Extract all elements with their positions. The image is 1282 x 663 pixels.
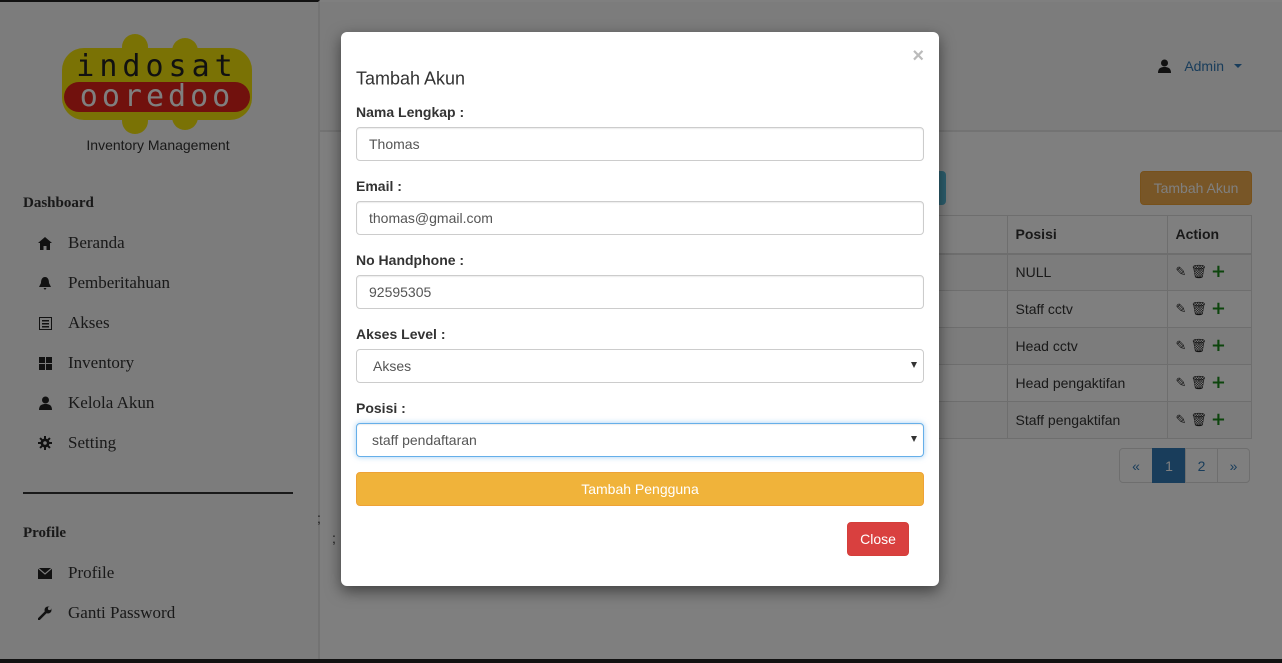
posisi-value: staff pendaftaran <box>372 432 477 448</box>
tambah-pengguna-button[interactable]: Tambah Pengguna <box>356 472 924 506</box>
close-icon[interactable]: × <box>912 46 924 66</box>
add-account-modal: Tambah Akun × Nama Lengkap : Email : No … <box>341 32 939 586</box>
akses-label: Akses Level : <box>356 326 446 342</box>
nama-label: Nama Lengkap : <box>356 104 465 120</box>
email-label: Email : <box>356 178 402 194</box>
chevron-down-icon <box>911 436 917 442</box>
nama-lengkap-input[interactable] <box>356 127 924 161</box>
phone-input[interactable] <box>356 275 924 309</box>
akses-level-select[interactable]: Akses <box>356 349 924 383</box>
modal-title: Tambah Akun <box>356 68 466 89</box>
posisi-label: Posisi : <box>356 400 406 416</box>
phone-label: No Handphone : <box>356 252 465 268</box>
email-field[interactable] <box>356 201 924 235</box>
close-button[interactable]: Close <box>847 522 909 556</box>
akses-level-value: Akses <box>373 358 412 374</box>
chevron-down-icon <box>911 362 917 368</box>
posisi-select[interactable]: staff pendaftaran <box>356 423 924 457</box>
